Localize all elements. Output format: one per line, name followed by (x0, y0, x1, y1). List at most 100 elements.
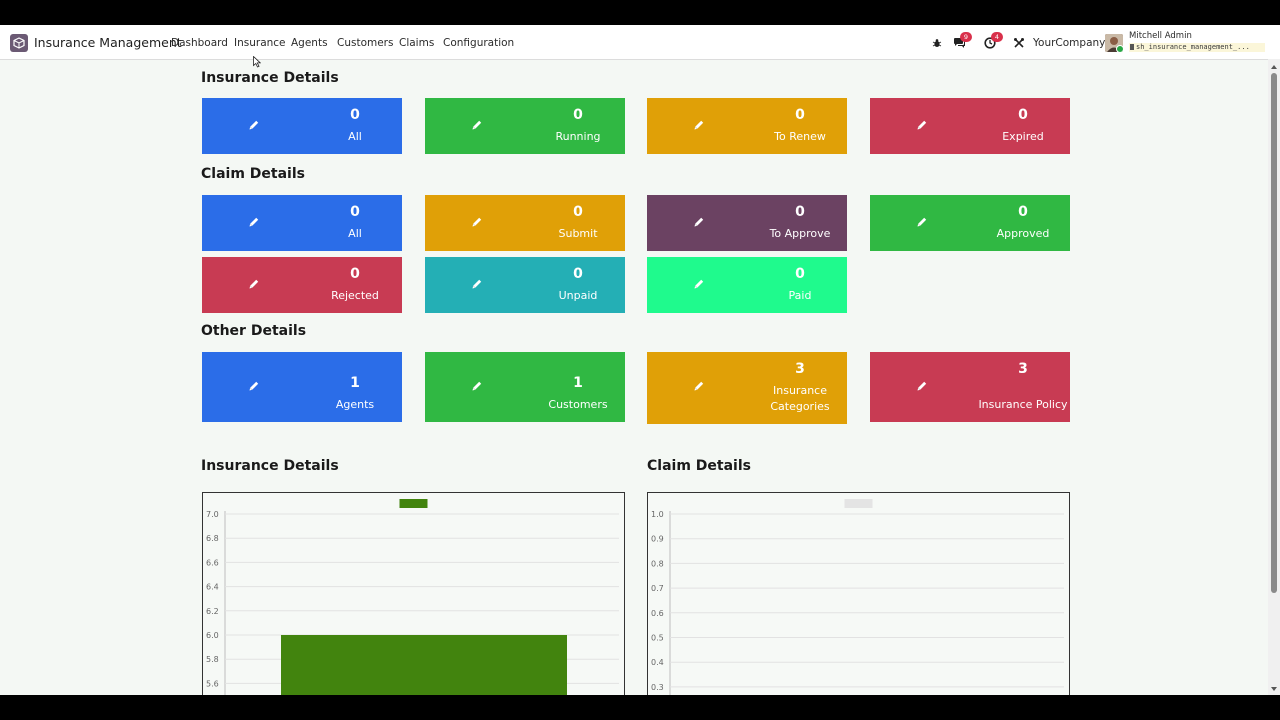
y-tick-label: 1.0 (651, 510, 664, 519)
online-status-dot (1116, 45, 1123, 52)
tile-label: To Approve (769, 227, 831, 240)
y-tick-label: 5.8 (206, 655, 219, 664)
app-window: Insurance Management Dashboard Insurance… (0, 25, 1280, 695)
nav-configuration[interactable]: Configuration (443, 37, 514, 49)
activities-count-badge: 4 (991, 32, 1003, 42)
claim-approved-tile[interactable]: 0 Approved (870, 195, 1070, 251)
tile-count: 0 (573, 266, 583, 282)
app-title[interactable]: Insurance Management (34, 35, 182, 50)
scroll-up-arrow-icon[interactable] (1271, 65, 1277, 69)
pencil-icon (249, 279, 259, 289)
y-tick-label: 6.2 (206, 607, 219, 616)
pencil-icon (472, 217, 482, 227)
claim-all-tile[interactable]: 0 All (202, 195, 402, 251)
tile-label: Agents (335, 398, 375, 411)
tile-count: 0 (795, 107, 805, 123)
y-tick-label: 0.3 (651, 683, 664, 692)
pencil-icon (694, 120, 704, 130)
agents-tile[interactable]: 1 Agents (202, 352, 402, 422)
tile-count: 0 (573, 107, 583, 123)
pencil-icon (917, 381, 927, 391)
insurance-policy-tile[interactable]: 3 Insurance Policy (870, 352, 1070, 422)
tile-label: To Renew (774, 130, 826, 143)
tile-count: 0 (795, 204, 805, 220)
tile-label: Expired (1002, 130, 1044, 143)
tile-count: 3 (1018, 361, 1028, 377)
mouse-pointer-icon (253, 56, 261, 68)
y-tick-label: 0.5 (651, 634, 664, 643)
customers-tile[interactable]: 1 Customers (425, 352, 625, 422)
scroll-down-arrow-icon[interactable] (1271, 687, 1277, 691)
pencil-icon (472, 381, 482, 391)
tile-count: 0 (350, 266, 360, 282)
legend-swatch (399, 499, 428, 508)
insurance-chart-heading: Insurance Details (201, 458, 339, 474)
y-tick-label: 0.8 (651, 559, 664, 568)
tile-count: 3 (795, 361, 805, 377)
nav-dashboard[interactable]: Dashboard (171, 37, 228, 49)
insurance-expired-tile[interactable]: 0 Expired (870, 98, 1070, 154)
insurance-details-heading: Insurance Details (201, 70, 339, 86)
pencil-icon (249, 381, 259, 391)
database-icon (1130, 44, 1134, 50)
user-avatar[interactable] (1105, 34, 1123, 52)
nav-insurance[interactable]: Insurance (234, 37, 286, 49)
dashboard-content: Insurance Details 0 All 0 Running 0 To R… (0, 59, 1268, 695)
claim-rejected-tile[interactable]: 0 Rejected (202, 257, 402, 313)
y-tick-label: 5.6 (206, 679, 219, 688)
insurance-categories-tile[interactable]: 3 Insurance Categories (647, 352, 847, 424)
y-tick-label: 6.6 (206, 558, 219, 567)
pencil-icon (472, 279, 482, 289)
debug-bug-icon[interactable] (929, 35, 945, 51)
tile-label: Rejected (331, 289, 379, 302)
nav-customers[interactable]: Customers (337, 37, 393, 49)
company-switcher[interactable]: YourCompany (1033, 37, 1105, 49)
tile-label: Insurance Categories (770, 384, 830, 413)
legend-swatch (844, 499, 873, 508)
pencil-icon (694, 381, 704, 391)
tile-count: 0 (573, 204, 583, 220)
app-logo-icon[interactable] (10, 34, 28, 52)
y-tick-label: 6.0 (206, 631, 219, 640)
y-tick-label: 0.4 (651, 658, 664, 667)
y-tick-label: 6.8 (206, 534, 219, 543)
claim-unpaid-tile[interactable]: 0 Unpaid (425, 257, 625, 313)
messages-chat-icon[interactable]: 9 (951, 32, 972, 51)
insurance-to-renew-tile[interactable]: 0 To Renew (647, 98, 847, 154)
claim-paid-tile[interactable]: 0 Paid (647, 257, 847, 313)
pencil-icon (694, 217, 704, 227)
pencil-icon (917, 120, 927, 130)
activities-clock-icon[interactable]: 4 (982, 32, 1003, 51)
tile-count: 1 (573, 375, 583, 391)
claim-bar-chart: 1.0 0.9 0.8 0.7 0.6 0.5 0.4 0.3 (651, 499, 1064, 695)
tile-count: 0 (1018, 107, 1028, 123)
claim-to-approve-tile[interactable]: 0 To Approve (647, 195, 847, 251)
tools-wrench-icon[interactable] (1011, 35, 1027, 51)
tile-label: Approved (996, 227, 1050, 240)
claim-chart-heading: Claim Details (647, 458, 751, 474)
tile-count: 0 (350, 107, 360, 123)
insurance-chart-container: 7.0 6.8 6.6 6.4 6.2 6.0 5.8 5.6 (202, 492, 625, 695)
tile-count: 0 (1018, 204, 1028, 220)
y-tick-label: 0.6 (651, 609, 664, 618)
database-name: sh_insurance_management_... (1129, 43, 1265, 52)
insurance-bar-chart: 7.0 6.8 6.6 6.4 6.2 6.0 5.8 5.6 (206, 499, 619, 695)
pencil-icon (694, 279, 704, 289)
tile-label: Unpaid (558, 289, 598, 302)
nav-agents[interactable]: Agents (291, 37, 328, 49)
page-scrollbar[interactable] (1268, 59, 1280, 695)
claim-submit-tile[interactable]: 0 Submit (425, 195, 625, 251)
scrollbar-thumb[interactable] (1271, 73, 1277, 593)
database-name-text: sh_insurance_management_... (1136, 43, 1250, 51)
nav-claims[interactable]: Claims (399, 37, 434, 49)
user-name[interactable]: Mitchell Admin (1129, 31, 1192, 41)
pencil-icon (249, 120, 259, 130)
tile-label: All (348, 130, 362, 143)
insurance-all-tile[interactable]: 0 All (202, 98, 402, 154)
pencil-icon (917, 217, 927, 227)
y-tick-label: 0.9 (651, 535, 664, 544)
y-tick-label: 6.4 (206, 583, 219, 592)
insurance-running-tile[interactable]: 0 Running (425, 98, 625, 154)
tile-label: Customers (548, 398, 608, 411)
messages-count-badge: 9 (960, 32, 972, 42)
